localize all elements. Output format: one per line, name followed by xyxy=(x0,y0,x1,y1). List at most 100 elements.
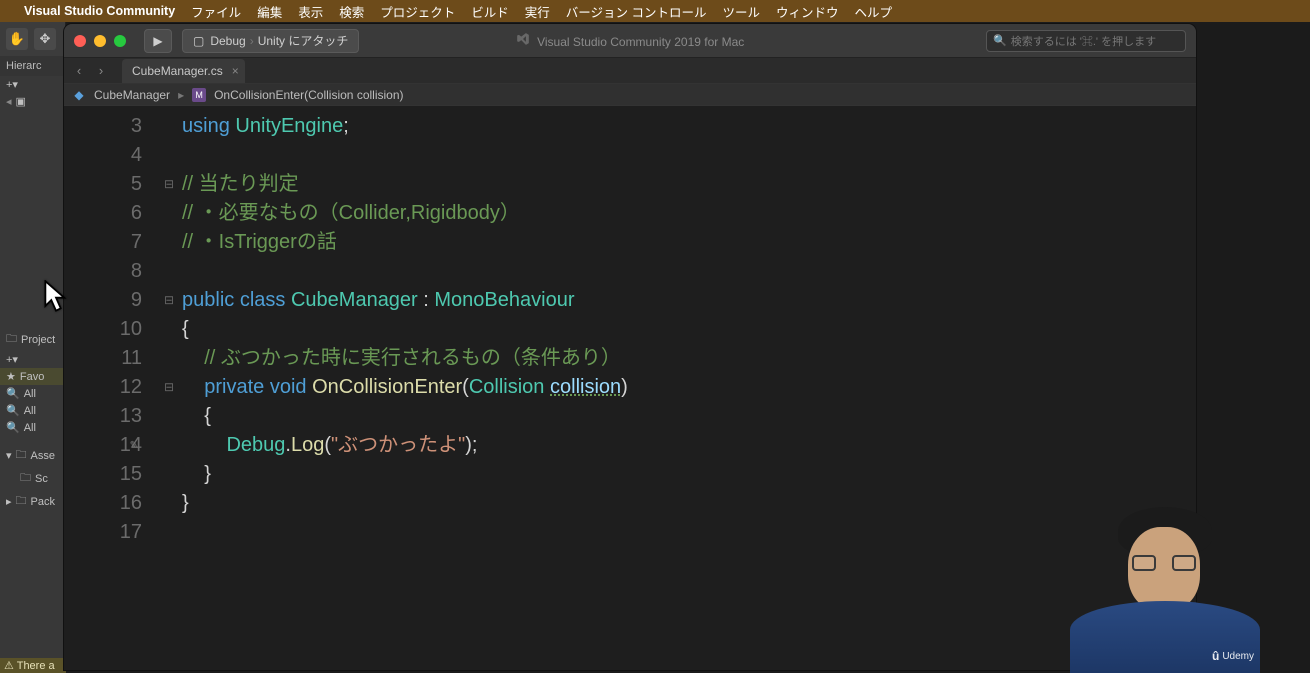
line-number: 10 xyxy=(64,315,142,344)
search-icon: 🔍 xyxy=(6,404,20,417)
tab-file-name: CubeManager.cs xyxy=(132,64,223,78)
add-asset-icon[interactable]: +▾ xyxy=(6,353,18,366)
code-line[interactable]: using UnityEngine; xyxy=(182,112,1196,141)
code-line[interactable]: } xyxy=(182,489,1196,518)
menu-vcs[interactable]: バージョン コントロール xyxy=(566,2,707,21)
search-placeholder: 検索するには '⌘.' を押します xyxy=(1011,33,1156,49)
packages-row[interactable]: ▸🗀Pack xyxy=(0,490,65,513)
line-number: 15 xyxy=(64,460,142,489)
visual-studio-window: ▶ ▢ Debug › Unity にアタッチ Visual Studio Co… xyxy=(64,24,1196,670)
minimize-window-icon[interactable] xyxy=(94,35,106,47)
code-content[interactable]: using UnityEngine; ⊟ // 当たり判定 // ・必要なもの（C… xyxy=(160,106,1196,670)
project-panel-label[interactable]: 🗀 Project xyxy=(0,328,65,351)
line-number: 12 xyxy=(64,373,142,402)
token-kw: public xyxy=(182,289,234,311)
star-icon: ★ xyxy=(6,370,16,383)
play-icon: ▶ xyxy=(153,34,162,48)
code-line[interactable]: ⊟ // 当たり判定 xyxy=(182,170,1196,199)
line-number: 14✎ xyxy=(64,431,142,460)
menu-run[interactable]: 実行 xyxy=(525,2,550,21)
fold-toggle-icon[interactable]: ⊟ xyxy=(164,286,177,315)
favorites-row[interactable]: ★ Favo xyxy=(0,368,65,385)
file-tab-active[interactable]: CubeManager.cs × xyxy=(122,59,245,83)
unity-warning-strip[interactable]: ⚠ There a xyxy=(0,658,66,673)
build-config-selector[interactable]: ▢ Debug › Unity にアタッチ xyxy=(182,29,359,53)
code-line[interactable] xyxy=(182,518,1196,547)
collapse-icon[interactable]: ◂ xyxy=(6,95,12,108)
presenter-webcam: ûUdemy xyxy=(1070,503,1260,673)
add-object-icon[interactable]: +▾ xyxy=(6,78,18,91)
code-line[interactable] xyxy=(182,257,1196,286)
code-line[interactable]: // ・必要なもの（Collider,Rigidbody） xyxy=(182,199,1196,228)
hierarchy-row[interactable]: ◂ ▣ xyxy=(0,93,65,110)
search-icon: 🔍 xyxy=(6,421,20,434)
fold-toggle-icon[interactable]: ⊟ xyxy=(164,170,177,199)
breadcrumb-method[interactable]: OnCollisionEnter(Collision collision) xyxy=(214,88,403,102)
token-punc: { xyxy=(182,405,211,427)
all-row-3[interactable]: 🔍All xyxy=(0,419,65,436)
token-cmt: // ・必要なもの（Collider,Rigidbody） xyxy=(182,202,520,224)
token-method: Log xyxy=(291,434,324,456)
code-line[interactable]: } xyxy=(182,460,1196,489)
target-icon: ▢ xyxy=(193,34,204,48)
token-kw: void xyxy=(270,376,307,398)
global-search-input[interactable]: 🔍 検索するには '⌘.' を押します xyxy=(986,30,1186,52)
menu-tools[interactable]: ツール xyxy=(723,2,761,21)
menu-help[interactable]: ヘルプ xyxy=(855,2,893,21)
glasses-icon xyxy=(1132,555,1196,571)
folder-icon: 🗀 xyxy=(16,446,27,465)
line-number: 7 xyxy=(64,228,142,257)
target-label: Unity にアタッチ xyxy=(258,32,349,49)
line-number: 8 xyxy=(64,257,142,286)
assets-row[interactable]: ▾🗀Asse xyxy=(0,444,65,467)
nav-forward-button[interactable]: › xyxy=(92,62,110,80)
move-tool-icon[interactable]: ✥ xyxy=(34,28,56,50)
menu-project[interactable]: プロジェクト xyxy=(380,2,455,21)
breadcrumb: ◆ CubeManager ▸ M OnCollisionEnter(Colli… xyxy=(64,84,1196,106)
token-punc: } xyxy=(182,492,189,514)
all-row-1[interactable]: 🔍All xyxy=(0,385,65,402)
run-button[interactable]: ▶ xyxy=(144,29,172,53)
config-label: Debug xyxy=(210,34,245,48)
fold-toggle-icon[interactable]: ⊟ xyxy=(164,373,177,402)
breadcrumb-class[interactable]: CubeManager xyxy=(94,88,170,102)
code-line[interactable]: // ・IsTriggerの話 xyxy=(182,228,1196,257)
close-window-icon[interactable] xyxy=(74,35,86,47)
code-line[interactable]: // ぶつかった時に実行されるもの（条件あり） xyxy=(182,344,1196,373)
hand-tool-icon[interactable]: ✋ xyxy=(6,28,28,50)
code-line[interactable]: ⊟ public class CubeManager : MonoBehavio… xyxy=(182,286,1196,315)
token-punc: { xyxy=(182,318,189,340)
scripts-row[interactable]: 🗀Sc xyxy=(0,467,65,490)
menu-file[interactable]: ファイル xyxy=(191,2,241,21)
token-type: Debug xyxy=(226,434,285,456)
line-number: 17 xyxy=(64,518,142,547)
code-editor[interactable]: 34567891011121314✎151617 using UnityEngi… xyxy=(64,106,1196,670)
code-line[interactable]: ⊟ private void OnCollisionEnter(Collisio… xyxy=(182,373,1196,402)
token-kw: using xyxy=(182,115,230,137)
menu-search[interactable]: 検索 xyxy=(339,2,364,21)
chevron-right-icon: ▸ xyxy=(178,88,184,102)
token-type: CubeManager xyxy=(291,289,418,311)
window-controls xyxy=(74,35,126,47)
code-line[interactable]: { xyxy=(182,315,1196,344)
line-number: 5 xyxy=(64,170,142,199)
token-punc: ) xyxy=(621,376,628,398)
line-number: 4 xyxy=(64,141,142,170)
menu-window[interactable]: ウィンドウ xyxy=(776,2,839,21)
code-line[interactable]: { xyxy=(182,402,1196,431)
close-tab-icon[interactable]: × xyxy=(232,64,239,78)
menu-view[interactable]: 表示 xyxy=(298,2,323,21)
token-cmt: // ・IsTriggerの話 xyxy=(182,231,337,253)
hierarchy-panel-label[interactable]: Hierarc xyxy=(0,56,65,76)
nav-back-button[interactable]: ‹ xyxy=(70,62,88,80)
app-title[interactable]: Visual Studio Community xyxy=(24,4,175,18)
folder-icon: 🗀 xyxy=(16,492,27,511)
menu-edit[interactable]: 編集 xyxy=(257,2,282,21)
menu-build[interactable]: ビルド xyxy=(471,2,509,21)
line-number: 11 xyxy=(64,344,142,373)
token-cmt: // ぶつかった時に実行されるもの（条件あり） xyxy=(204,347,621,369)
code-line[interactable]: Debug.Log("ぶつかったよ"); xyxy=(182,431,1196,460)
maximize-window-icon[interactable] xyxy=(114,35,126,47)
all-row-2[interactable]: 🔍All xyxy=(0,402,65,419)
code-line[interactable] xyxy=(182,141,1196,170)
